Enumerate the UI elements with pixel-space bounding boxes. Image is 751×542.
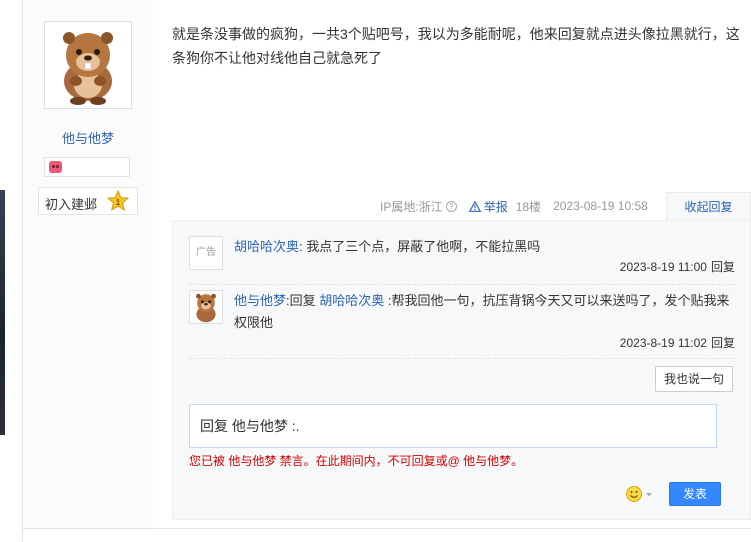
reply-target-username[interactable]: 胡哈哈次奥 [319,293,384,308]
ip-location: IP属地:浙江 [380,199,443,214]
reply-input[interactable] [189,404,717,448]
collapse-replies-button[interactable]: 收起回复 [666,192,751,221]
comment-divider [189,284,735,285]
author-username[interactable]: 他与他梦 [23,128,153,147]
reply-prefix: 回复 [289,293,320,308]
post-bottom-divider [22,528,751,529]
floor-number: 18楼 [515,199,542,214]
post-time: 2023-08-19 10:58 [553,199,648,213]
ban-notice: 您已被 他与他梦 禁言。在此期间内，不可回复或@ 他与他梦。 [189,454,524,468]
comment-body: 胡哈哈次奥: 我点了三个点，屏蔽了他啊，不能拉黑吗 [234,236,734,258]
comment-item: 他与他梦:回复 胡哈哈次奥 :帮我回他一句，抗压背锅今天又可以来送吗了，发个贴我… [189,290,735,354]
comment-reply-link[interactable]: 回复 [711,336,735,350]
beaver-avatar-icon [63,32,113,105]
emoji-picker-button[interactable] [625,485,655,503]
question-circle-icon[interactable]: ? [445,200,457,212]
comment-body: 他与他梦:回复 胡哈哈次奥 :帮我回他一句，抗压背锅今天又可以来送吗了，发个贴我… [234,290,734,334]
post-content: 就是条没事做的疯狗，一共3个贴吧号，我以为多能耐呢，他来回复就点进头像拉黑就行，… [172,26,740,66]
comment-footer: 2023-8-19 11:00 回复 [620,258,735,275]
comment-text: 我点了三个点，屏蔽了他啊，不能拉黑吗 [302,239,541,254]
send-button[interactable]: 发表 [669,482,721,506]
warning-triangle-icon [468,200,481,212]
level-badge[interactable]: 初入建邺 1 [38,187,138,215]
report-label: 举报 [483,199,508,214]
beaver-avatar-icon [196,293,216,323]
comment-footer: 2023-8-19 11:02 回复 [620,334,735,351]
background-edge [0,190,5,435]
member-badge[interactable] [44,157,130,177]
level-title: 初入建邺 [45,197,98,212]
post-meta: IP属地:浙江 ? 举报 18楼 2023-08-19 10:58 [380,194,648,218]
pig-icon [49,161,62,173]
comment-item: 广告 胡哈哈次奥: 我点了三个点，屏蔽了他啊，不能拉黑吗 2023-8-19 1… [189,236,735,280]
commenter-avatar[interactable] [189,290,223,324]
ad-avatar[interactable]: 广告 [189,236,223,270]
smiley-icon [626,486,652,502]
comment-divider [189,358,735,359]
comment-time: 2023-8-19 11:00 [619,260,707,274]
report-link[interactable]: 举报 [468,198,508,215]
reply-panel: 广告 胡哈哈次奥: 我点了三个点，屏蔽了他啊，不能拉黑吗 2023-8-19 1… [172,220,751,520]
star-badge-icon: 1 [107,190,129,212]
level-number: 1 [116,198,121,207]
comment-username[interactable]: 胡哈哈次奥 [234,239,299,254]
comment-reply-link[interactable]: 回复 [711,260,735,274]
comment-time: 2023-8-19 11:02 [619,336,707,350]
author-avatar[interactable] [44,21,132,109]
comment-username[interactable]: 他与他梦 [234,293,286,308]
say-something-button[interactable]: 我也说一句 [655,366,733,392]
